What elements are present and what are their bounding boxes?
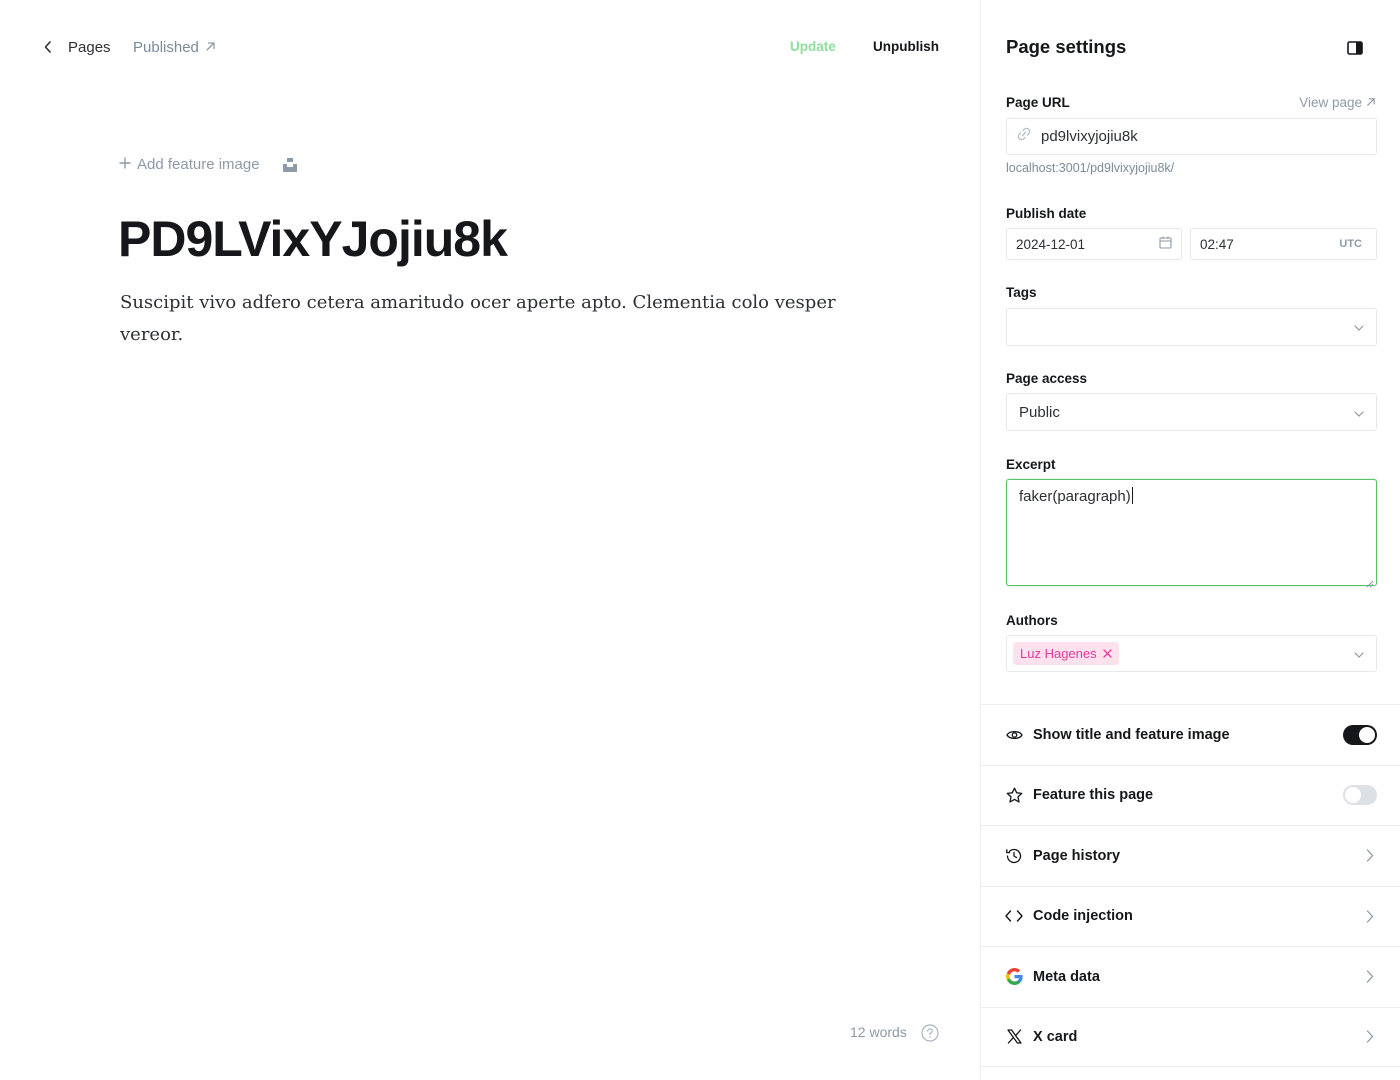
author-chip[interactable]: Luz Hagenes	[1013, 642, 1119, 665]
authors-select[interactable]: Luz Hagenes	[1006, 635, 1377, 672]
settings-title: Page settings	[1006, 36, 1127, 57]
chevron-down-icon	[1354, 318, 1364, 336]
help-icon[interactable]	[921, 1024, 939, 1042]
star-icon	[1005, 786, 1023, 804]
x-logo-icon	[1005, 1028, 1023, 1046]
publish-date-value: 2024-12-01	[1016, 236, 1086, 252]
page-access-value: Public	[1019, 403, 1060, 421]
page-url-value: pd9lvixyjojiu8k	[1041, 128, 1138, 145]
text-caret	[1131, 487, 1133, 504]
authors-label: Authors	[1006, 613, 1058, 628]
history-icon	[1005, 847, 1023, 865]
resize-handle-icon[interactable]	[1366, 575, 1374, 588]
published-status-link[interactable]: Published	[133, 39, 216, 56]
excerpt-label: Excerpt	[1006, 457, 1056, 472]
status-label: Published	[133, 39, 199, 56]
page-url-label: Page URL	[1006, 95, 1070, 110]
meta-data-label: Meta data	[1033, 968, 1100, 985]
remove-author-icon[interactable]	[1102, 646, 1112, 661]
tags-label: Tags	[1006, 285, 1037, 300]
page-history-label: Page history	[1033, 847, 1121, 864]
feature-page-label: Feature this page	[1033, 787, 1154, 804]
arrow-up-right-icon	[205, 39, 216, 56]
page-title[interactable]: PD9LVixYJojiu8k	[118, 210, 508, 268]
code-injection-row[interactable]: Code injection	[981, 885, 1400, 947]
chevron-right-icon	[1363, 849, 1377, 863]
chevron-left-icon	[40, 38, 56, 56]
eye-icon	[1005, 726, 1023, 744]
arrow-up-right-icon	[1366, 95, 1376, 110]
editor-topbar: Pages Published Update Unpublish	[0, 0, 980, 94]
page-url-hint: localhost:3001/pd9lvixyjojiu8k/	[1006, 161, 1175, 175]
show-title-label: Show title and feature image	[1033, 726, 1230, 743]
page-access-select[interactable]: Public	[1006, 393, 1377, 431]
unsplash-icon[interactable]	[282, 157, 298, 173]
publish-date-input[interactable]: 2024-12-01	[1006, 228, 1182, 260]
x-card-row[interactable]: X card	[981, 1006, 1400, 1067]
chevron-down-icon	[1354, 645, 1364, 663]
add-feature-image-button[interactable]: Add feature image	[119, 156, 260, 173]
chevron-right-icon	[1363, 970, 1377, 984]
page-access-label: Page access	[1006, 371, 1088, 386]
view-page-label: View page	[1299, 95, 1362, 110]
update-button[interactable]: Update	[790, 39, 836, 54]
author-name: Luz Hagenes	[1020, 646, 1097, 661]
publish-time-input[interactable]: 02:47 UTC	[1190, 228, 1377, 260]
view-page-link[interactable]: View page	[1299, 95, 1376, 110]
chevron-right-icon	[1363, 1030, 1377, 1044]
publish-time-value: 02:47	[1200, 236, 1234, 252]
meta-data-row[interactable]: Meta data	[981, 946, 1400, 1007]
show-title-toggle[interactable]	[1343, 724, 1377, 745]
calendar-icon[interactable]	[1159, 236, 1172, 252]
chevron-down-icon	[1354, 404, 1364, 421]
code-icon	[1005, 907, 1023, 925]
show-title-row[interactable]: Show title and feature image	[981, 704, 1400, 765]
code-injection-label: Code injection	[1033, 908, 1133, 925]
x-card-label: X card	[1033, 1028, 1078, 1045]
google-icon	[1005, 968, 1023, 986]
page-history-row[interactable]: Page history	[981, 825, 1400, 886]
excerpt-value: faker(paragraph)	[1019, 488, 1131, 505]
publish-date-label: Publish date	[1006, 206, 1087, 221]
feature-page-toggle[interactable]	[1343, 785, 1377, 806]
excerpt-textarea[interactable]: faker(paragraph)	[1006, 479, 1377, 588]
feature-image-row: Add feature image	[119, 156, 298, 173]
word-count: 12 words	[850, 1024, 907, 1040]
back-label: Pages	[68, 38, 111, 56]
page-settings-panel: Page settings Page URL View page pd9lvix…	[980, 0, 1400, 1080]
settings-menu-list: Show title and feature image Feature thi…	[981, 704, 1400, 1067]
timezone-label: UTC	[1339, 238, 1362, 250]
tags-select[interactable]	[1006, 308, 1377, 346]
add-feature-image-label: Add feature image	[137, 156, 260, 173]
page-url-input[interactable]: pd9lvixyjojiu8k	[1006, 118, 1377, 155]
link-icon	[1017, 127, 1031, 146]
feature-page-row[interactable]: Feature this page	[981, 764, 1400, 826]
plus-icon	[119, 156, 131, 173]
chevron-right-icon	[1363, 909, 1377, 923]
unpublish-button[interactable]: Unpublish	[873, 39, 939, 54]
page-body-text[interactable]: Suscipit vivo adfero cetera amaritudo oc…	[120, 287, 840, 351]
editor-pane: Pages Published Update Unpublish Add fea…	[0, 0, 980, 1080]
close-panel-icon[interactable]	[1345, 38, 1365, 58]
back-to-pages-button[interactable]: Pages	[40, 38, 111, 56]
